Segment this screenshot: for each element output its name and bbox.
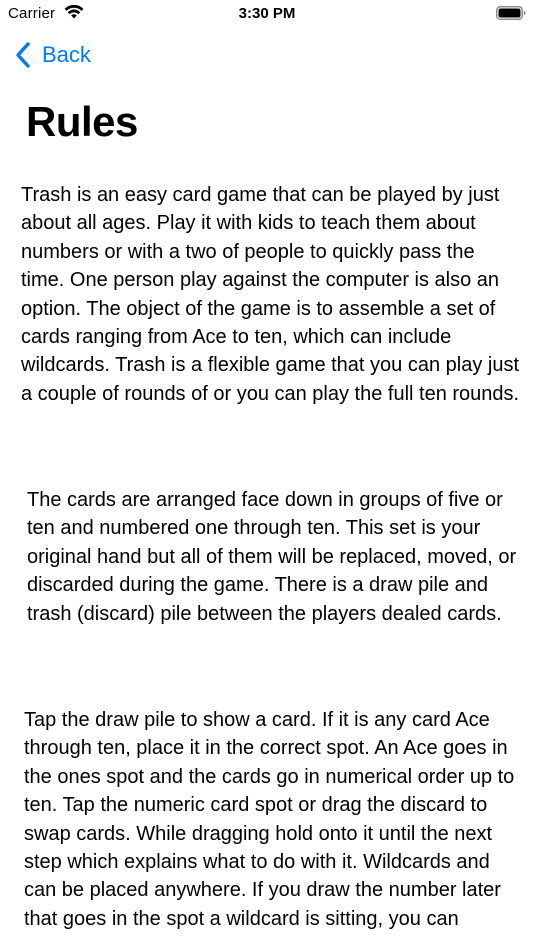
battery-icon: [496, 6, 526, 20]
rules-paragraph-intro: Trash is an easy card game that can be p…: [21, 184, 520, 405]
status-bar: Carrier 3:30 PM: [0, 0, 534, 30]
page-title: Rules: [26, 98, 138, 145]
rules-paragraph-setup: The cards are arranged face down in grou…: [27, 489, 517, 625]
back-label: Back: [42, 42, 91, 67]
rules-paragraph-play: Tap the draw pile to show a card. If it …: [24, 709, 515, 930]
rules-screen: Carrier 3:30 PM Back Rules Trash is an e…: [0, 0, 534, 950]
chevron-left-icon: [16, 42, 30, 68]
clock: 3:30 PM: [238, 5, 296, 22]
back-button[interactable]: Back: [14, 38, 91, 72]
